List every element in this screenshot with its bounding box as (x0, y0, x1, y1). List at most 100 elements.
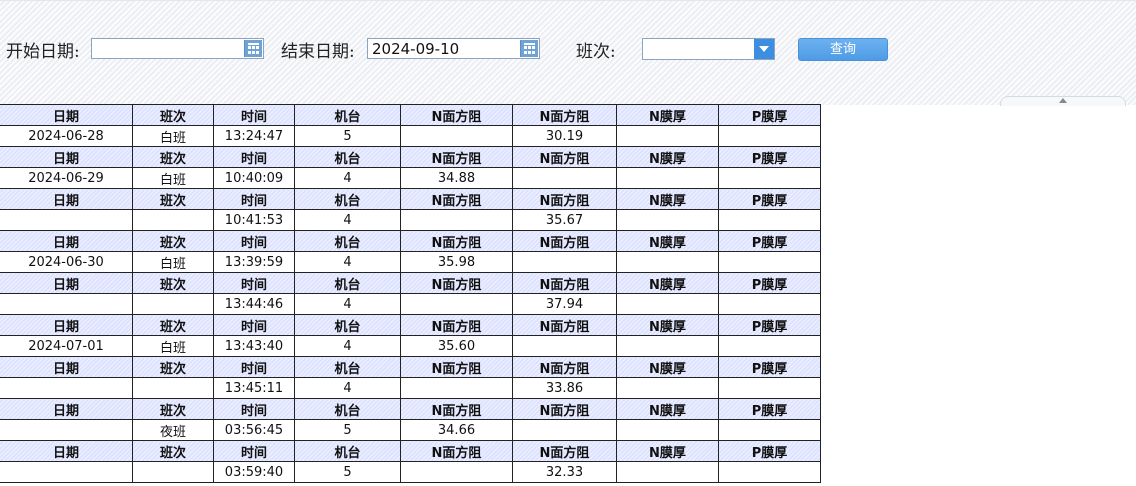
header-n-sheet-resistance: N面方阻 (512, 314, 617, 336)
cell-date (0, 209, 133, 231)
header-time: 时间 (213, 314, 295, 336)
header-time: 时间 (213, 230, 295, 252)
header-shift: 班次 (132, 146, 214, 168)
shift-select[interactable] (642, 38, 775, 60)
table-row[interactable]: 2024-07-01 白班 13:43:40 4 35.60 (0, 335, 821, 357)
header-date: 日期 (0, 440, 133, 462)
header-n-sheet-resistance: N面方阻 (400, 314, 513, 336)
table-row[interactable]: 13:44:46 4 37.94 (0, 293, 821, 315)
cell-shift (132, 209, 214, 231)
cell-shift: 白班 (132, 125, 214, 147)
cell-machine: 4 (294, 167, 401, 189)
header-n-sheet-resistance: N面方阻 (400, 146, 513, 168)
table-row[interactable]: 03:59:40 5 32.33 (0, 461, 821, 483)
calendar-icon[interactable] (244, 40, 262, 57)
header-row: 日期 班次 时间 机台 N面方阻 N面方阻 N膜厚 P膜厚 (0, 272, 821, 294)
header-n-film-thickness: N膜厚 (616, 230, 719, 252)
header-n-sheet-resistance: N面方阻 (512, 230, 617, 252)
header-n-film-thickness: N膜厚 (616, 398, 719, 420)
cell-time: 13:44:46 (213, 293, 295, 315)
cell-n-film-thickness (616, 209, 719, 231)
header-p-film-thickness: P膜厚 (718, 146, 821, 168)
header-date: 日期 (0, 146, 133, 168)
header-n-film-thickness: N膜厚 (616, 356, 719, 378)
cell-time: 03:56:45 (213, 419, 295, 441)
cell-n-sheet-resistance (512, 335, 617, 357)
cell-n-sheet-resistance: 35.98 (400, 251, 513, 273)
header-row: 日期 班次 时间 机台 N面方阻 N面方阻 N膜厚 P膜厚 (0, 230, 821, 252)
header-machine: 机台 (294, 188, 401, 210)
cell-n-film-thickness (616, 125, 719, 147)
cell-n-film-thickness (616, 167, 719, 189)
cell-n-sheet-resistance (512, 419, 617, 441)
header-p-film-thickness: P膜厚 (718, 104, 821, 126)
cell-time: 13:39:59 (213, 251, 295, 273)
header-row: 日期 班次 时间 机台 N面方阻 N面方阻 N膜厚 P膜厚 (0, 104, 821, 126)
cell-n-film-thickness (616, 293, 719, 315)
table-row[interactable]: 2024-06-28 白班 13:24:47 5 30.19 (0, 125, 821, 147)
header-n-sheet-resistance: N面方阻 (512, 398, 617, 420)
table-row[interactable]: 2024-06-29 白班 10:40:09 4 34.88 (0, 167, 821, 189)
cell-date: 2024-06-28 (0, 125, 133, 147)
header-time: 时间 (213, 398, 295, 420)
header-time: 时间 (213, 272, 295, 294)
header-machine: 机台 (294, 314, 401, 336)
cell-date: 2024-06-30 (0, 251, 133, 273)
cell-date (0, 293, 133, 315)
cell-p-film-thickness (718, 377, 821, 399)
cell-date: 2024-07-01 (0, 335, 133, 357)
header-row: 日期 班次 时间 机台 N面方阻 N面方阻 N膜厚 P膜厚 (0, 314, 821, 336)
header-machine: 机台 (294, 104, 401, 126)
header-n-film-thickness: N膜厚 (616, 314, 719, 336)
header-p-film-thickness: P膜厚 (718, 440, 821, 462)
header-n-sheet-resistance: N面方阻 (400, 188, 513, 210)
start-date-label: 开始日期: (6, 42, 80, 62)
header-p-film-thickness: P膜厚 (718, 314, 821, 336)
header-n-sheet-resistance: N面方阻 (512, 272, 617, 294)
chevron-down-icon[interactable] (754, 39, 774, 59)
report-page: 开始日期: 结束日期: 2024-09-10 班次: 查询 日期 班次 时间 机… (0, 0, 1136, 486)
header-date: 日期 (0, 104, 133, 126)
collapse-toggle[interactable] (1000, 96, 1126, 106)
header-shift: 班次 (132, 440, 214, 462)
header-time: 时间 (213, 146, 295, 168)
header-shift: 班次 (132, 188, 214, 210)
cell-n-sheet-resistance (400, 461, 513, 483)
header-machine: 机台 (294, 272, 401, 294)
header-shift: 班次 (132, 398, 214, 420)
cell-n-film-thickness (616, 419, 719, 441)
cell-n-sheet-resistance (512, 251, 617, 273)
cell-machine: 4 (294, 293, 401, 315)
table-row[interactable]: 13:45:11 4 33.86 (0, 377, 821, 399)
cell-shift: 夜班 (132, 419, 214, 441)
cell-n-sheet-resistance: 35.60 (400, 335, 513, 357)
header-n-sheet-resistance: N面方阻 (400, 440, 513, 462)
table-row[interactable]: 夜班 03:56:45 5 34.66 (0, 419, 821, 441)
header-n-sheet-resistance: N面方阻 (512, 104, 617, 126)
header-date: 日期 (0, 398, 133, 420)
cell-date (0, 419, 133, 441)
header-shift: 班次 (132, 314, 214, 336)
cell-time: 13:24:47 (213, 125, 295, 147)
header-shift: 班次 (132, 356, 214, 378)
end-date-input[interactable]: 2024-09-10 (367, 38, 540, 59)
cell-n-sheet-resistance (400, 377, 513, 399)
calendar-icon[interactable] (520, 40, 538, 57)
cell-n-sheet-resistance: 30.19 (512, 125, 617, 147)
table-row[interactable]: 10:41:53 4 35.67 (0, 209, 821, 231)
header-n-sheet-resistance: N面方阻 (512, 188, 617, 210)
start-date-input[interactable] (91, 38, 264, 59)
cell-p-film-thickness (718, 209, 821, 231)
header-n-sheet-resistance: N面方阻 (400, 104, 513, 126)
header-n-sheet-resistance: N面方阻 (512, 356, 617, 378)
cell-n-sheet-resistance: 34.88 (400, 167, 513, 189)
cell-p-film-thickness (718, 167, 821, 189)
header-n-sheet-resistance: N面方阻 (400, 272, 513, 294)
table-row[interactable]: 2024-06-30 白班 13:39:59 4 35.98 (0, 251, 821, 273)
header-p-film-thickness: P膜厚 (718, 398, 821, 420)
header-row: 日期 班次 时间 机台 N面方阻 N面方阻 N膜厚 P膜厚 (0, 398, 821, 420)
cell-n-film-thickness (616, 335, 719, 357)
header-n-sheet-resistance: N面方阻 (512, 146, 617, 168)
header-shift: 班次 (132, 272, 214, 294)
query-button[interactable]: 查询 (798, 38, 888, 61)
